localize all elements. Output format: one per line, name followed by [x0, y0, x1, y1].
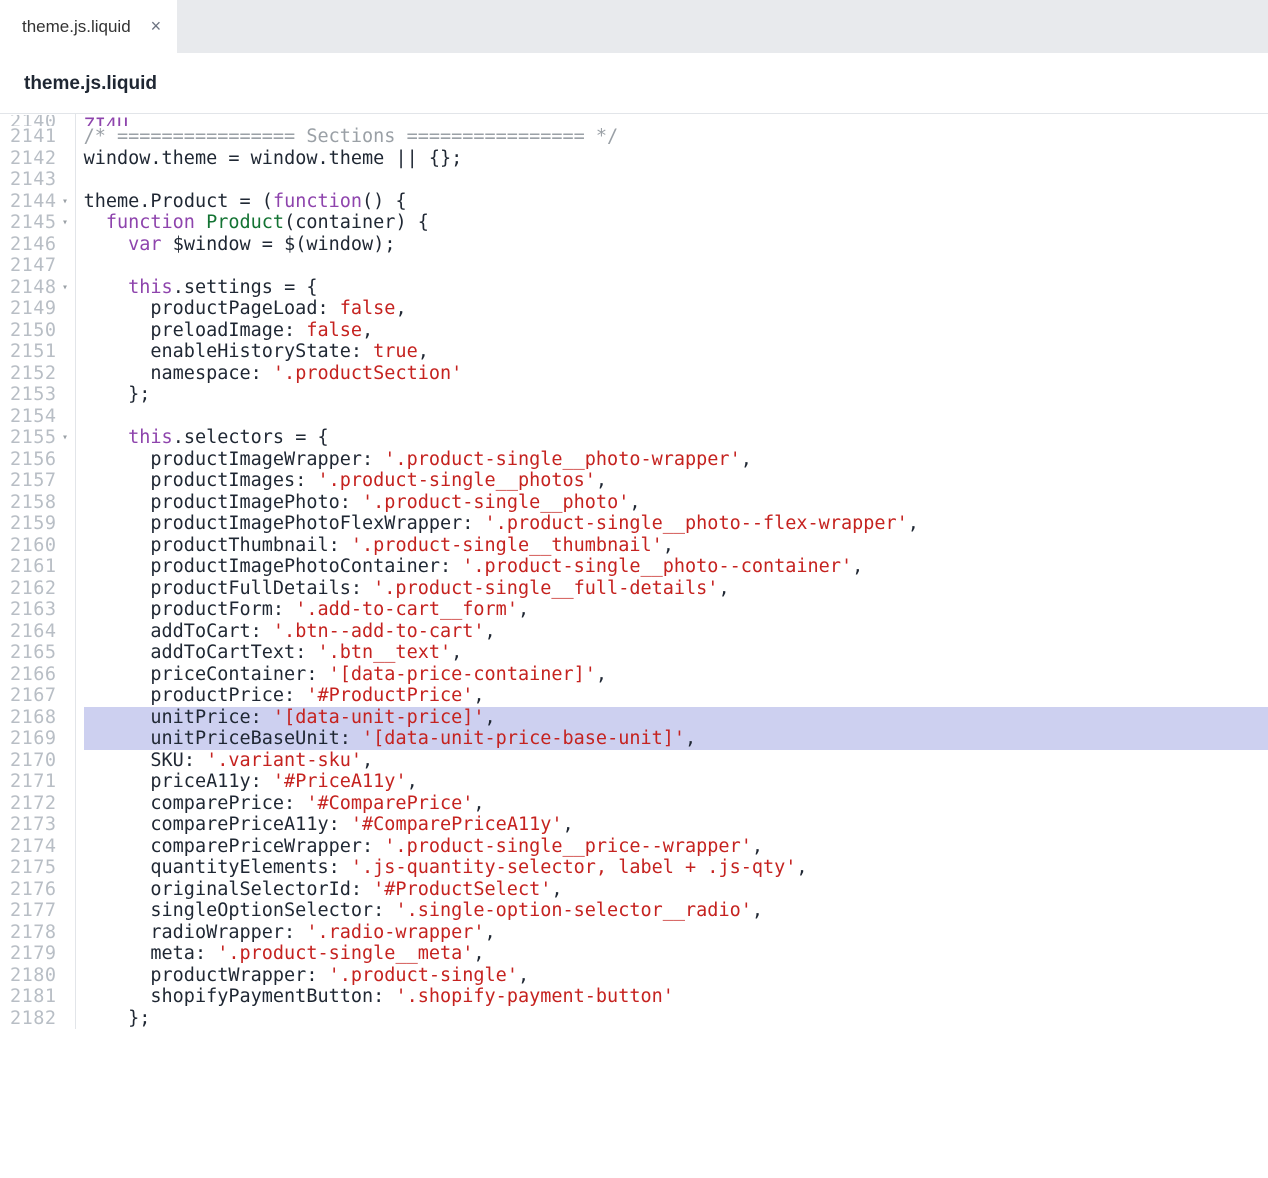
line-number: 2175 — [10, 857, 69, 879]
line-number: 2140 — [10, 115, 69, 126]
line-number: 2173 — [10, 814, 69, 836]
code-line[interactable]: this.settings = { — [84, 277, 1268, 299]
code-line[interactable]: productImageWrapper: '.product-single__p… — [84, 449, 1268, 471]
code-line[interactable]: this.selectors = { — [84, 427, 1268, 449]
line-number: 2179 — [10, 943, 69, 965]
code-line[interactable]: }; — [84, 1008, 1268, 1030]
code-line[interactable]: addToCart: '.btn--add-to-cart', — [84, 621, 1268, 643]
line-number: 2157 — [10, 470, 69, 492]
line-number: 2152 — [10, 363, 69, 385]
code-line[interactable]: productImagePhotoFlexWrapper: '.product-… — [84, 513, 1268, 535]
code-line[interactable]: var $window = $(window); — [84, 234, 1268, 256]
line-number: 2171 — [10, 771, 69, 793]
line-number: 2161 — [10, 556, 69, 578]
line-number: 2143 — [10, 169, 69, 191]
line-number: 2154 — [10, 406, 69, 428]
code-line[interactable]: function Product(container) { — [84, 212, 1268, 234]
code-line[interactable]: namespace: '.productSection' — [84, 363, 1268, 385]
code-line[interactable]: window.theme = window.theme || {}; — [84, 148, 1268, 170]
line-number: 2176 — [10, 879, 69, 901]
line-number: 2155▾ — [10, 427, 69, 449]
line-number: 2141 — [10, 126, 69, 148]
code-line[interactable]: preloadImage: false, — [84, 320, 1268, 342]
code-line[interactable]: productImagePhotoContainer: '.product-si… — [84, 556, 1268, 578]
tab-bar: theme.js.liquid × — [0, 0, 1268, 53]
line-number: 2151 — [10, 341, 69, 363]
fold-icon[interactable]: ▾ — [61, 277, 69, 299]
line-number: 2160 — [10, 535, 69, 557]
fold-icon[interactable]: ▾ — [61, 427, 69, 449]
code-line[interactable]: singleOptionSelector: '.single-option-se… — [84, 900, 1268, 922]
line-number: 2148▾ — [10, 277, 69, 299]
line-number: 2172 — [10, 793, 69, 815]
tab-active[interactable]: theme.js.liquid × — [0, 0, 177, 53]
line-number: 2156 — [10, 449, 69, 471]
line-number: 2153 — [10, 384, 69, 406]
code-line[interactable]: productPageLoad: false, — [84, 298, 1268, 320]
code-line[interactable]: meta: '.product-single__meta', — [84, 943, 1268, 965]
line-number: 2170 — [10, 750, 69, 772]
close-icon[interactable]: × — [151, 16, 162, 37]
code-line[interactable]: }; — [84, 384, 1268, 406]
code-line[interactable] — [84, 255, 1268, 277]
code-line[interactable]: comparePriceA11y: '#ComparePriceA11y', — [84, 814, 1268, 836]
line-number: 2150 — [10, 320, 69, 342]
line-number: 2169 — [10, 728, 69, 750]
line-number: 2142 — [10, 148, 69, 170]
line-number: 2146 — [10, 234, 69, 256]
line-number: 2165 — [10, 642, 69, 664]
code-line[interactable]: theme.Product = (function() { — [84, 191, 1268, 213]
line-number: 2149 — [10, 298, 69, 320]
code-line[interactable]: comparePriceWrapper: '.product-single__p… — [84, 836, 1268, 858]
code-line[interactable]: /* ================ Sections ===========… — [84, 126, 1268, 148]
line-number: 2166 — [10, 664, 69, 686]
code-line[interactable]: productImages: '.product-single__photos'… — [84, 470, 1268, 492]
line-gutter: 21402141214221432144▾2145▾214621472148▾2… — [0, 114, 76, 1029]
line-number: 2164 — [10, 621, 69, 643]
code-area[interactable]: ZI4U/* ================ Sections =======… — [76, 114, 1268, 1029]
code-line[interactable]: originalSelectorId: '#ProductSelect', — [84, 879, 1268, 901]
line-number: 2162 — [10, 578, 69, 600]
code-line[interactable]: radioWrapper: '.radio-wrapper', — [84, 922, 1268, 944]
line-number: 2159 — [10, 513, 69, 535]
code-line[interactable] — [84, 169, 1268, 191]
code-line[interactable] — [84, 406, 1268, 428]
code-line[interactable]: productImagePhoto: '.product-single__pho… — [84, 492, 1268, 514]
line-number: 2168 — [10, 707, 69, 729]
code-line[interactable]: productForm: '.add-to-cart__form', — [84, 599, 1268, 621]
code-line[interactable]: productThumbnail: '.product-single__thum… — [84, 535, 1268, 557]
line-number: 2177 — [10, 900, 69, 922]
code-line[interactable]: addToCartText: '.btn__text', — [84, 642, 1268, 664]
line-number: 2163 — [10, 599, 69, 621]
fold-icon[interactable]: ▾ — [61, 212, 69, 234]
code-line[interactable]: shopifyPaymentButton: '.shopify-payment-… — [84, 986, 1268, 1008]
line-number: 2174 — [10, 836, 69, 858]
code-line[interactable]: productWrapper: '.product-single', — [84, 965, 1268, 987]
code-line[interactable]: priceContainer: '[data-price-container]'… — [84, 664, 1268, 686]
line-number: 2144▾ — [10, 191, 69, 213]
line-number: 2178 — [10, 922, 69, 944]
code-line[interactable]: enableHistoryState: true, — [84, 341, 1268, 363]
code-line[interactable]: productPrice: '#ProductPrice', — [84, 685, 1268, 707]
code-line[interactable]: SKU: '.variant-sku', — [84, 750, 1268, 772]
line-number: 2167 — [10, 685, 69, 707]
line-number: 2147 — [10, 255, 69, 277]
line-number: 2181 — [10, 986, 69, 1008]
code-line[interactable]: priceA11y: '#PriceA11y', — [84, 771, 1268, 793]
fold-icon[interactable]: ▾ — [61, 191, 69, 213]
line-number: 2182 — [10, 1008, 69, 1030]
code-editor[interactable]: 21402141214221432144▾2145▾214621472148▾2… — [0, 114, 1268, 1029]
code-line[interactable]: unitPrice: '[data-unit-price]', — [84, 707, 1268, 729]
code-line[interactable]: comparePrice: '#ComparePrice', — [84, 793, 1268, 815]
tab-filename: theme.js.liquid — [22, 17, 131, 37]
code-line[interactable]: productFullDetails: '.product-single__fu… — [84, 578, 1268, 600]
line-number: 2180 — [10, 965, 69, 987]
line-number: 2158 — [10, 492, 69, 514]
code-line[interactable]: ZI4U — [84, 115, 1268, 126]
line-number: 2145▾ — [10, 212, 69, 234]
code-line[interactable]: unitPriceBaseUnit: '[data-unit-price-bas… — [84, 728, 1268, 750]
breadcrumb: theme.js.liquid — [0, 53, 1268, 114]
code-line[interactable]: quantityElements: '.js-quantity-selector… — [84, 857, 1268, 879]
